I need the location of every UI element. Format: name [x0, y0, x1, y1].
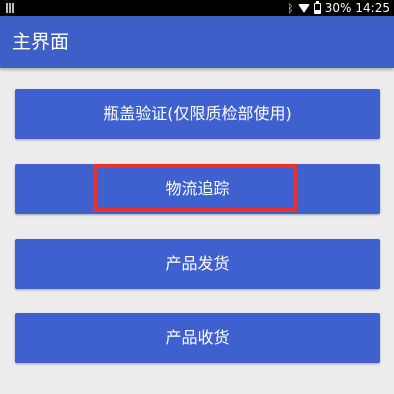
notification-icon	[6, 3, 16, 13]
status-bar: ᛒ 30% 14:25	[0, 0, 394, 16]
cap-verification-button[interactable]: 瓶盖验证(仅限质检部使用)	[15, 89, 380, 139]
battery-percent: 30%	[324, 1, 352, 15]
battery-icon	[313, 0, 321, 14]
product-receiving-button[interactable]: 产品收货	[15, 313, 380, 363]
status-icons: ᛒ 30% 14:25	[287, 0, 390, 16]
wifi-icon	[297, 3, 310, 13]
clock: 14:25	[355, 1, 390, 15]
page-title: 主界面	[12, 31, 70, 53]
bluetooth-icon: ᛒ	[287, 1, 294, 15]
product-shipping-button[interactable]: 产品发货	[15, 239, 380, 289]
logistics-tracking-button[interactable]: 物流追踪	[15, 164, 380, 214]
app-bar: 主界面	[0, 16, 394, 68]
